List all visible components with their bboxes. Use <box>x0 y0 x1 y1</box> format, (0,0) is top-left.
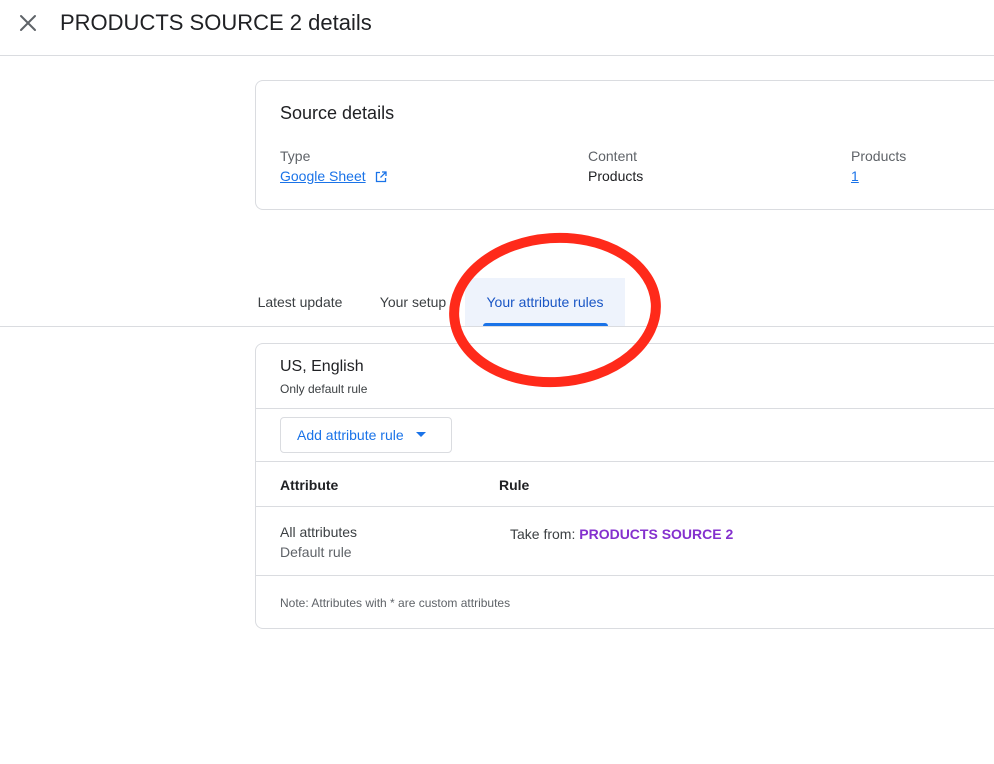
tab-bar: Latest update Your setup Your attribute … <box>0 278 994 327</box>
top-bar: PRODUCTS SOURCE 2 details <box>0 0 994 56</box>
row-attribute-sub: Default rule <box>280 544 352 560</box>
divider <box>256 408 994 409</box>
source-details-card: Source details Type Google Sheet Content… <box>255 80 994 210</box>
divider <box>256 461 994 462</box>
products-label: Products <box>851 148 907 164</box>
rule-column-header: Rule <box>499 477 530 493</box>
rule-prefix: Take from: <box>510 526 576 542</box>
custom-attributes-note: Note: Attributes with * are custom attri… <box>280 596 511 610</box>
attribute-column-header: Attribute <box>280 477 339 493</box>
row-attribute-name: All attributes <box>280 524 358 540</box>
content-value: Products <box>588 168 644 184</box>
arrow-drop-down-icon <box>415 432 426 437</box>
close-button[interactable] <box>14 9 42 37</box>
divider <box>256 575 994 576</box>
rule-source-name: PRODUCTS SOURCE 2 <box>579 526 734 542</box>
divider <box>256 506 994 507</box>
content-label: Content <box>588 148 638 164</box>
tab-latest-update[interactable]: Latest update <box>244 278 356 326</box>
products-count-link[interactable]: 1 <box>851 168 859 184</box>
google-sheet-link[interactable]: Google Sheet <box>280 168 366 184</box>
type-value: Google Sheet <box>280 168 387 184</box>
attribute-rules-card: US, English Only default rule Add attrib… <box>255 343 994 629</box>
tab-your-setup[interactable]: Your setup <box>368 278 458 326</box>
active-tab-indicator <box>483 323 608 326</box>
rules-section-subtitle: Only default rule <box>280 382 368 396</box>
rules-section-title: US, English <box>280 358 364 375</box>
type-label: Type <box>280 148 311 164</box>
add-attribute-rule-label: Add attribute rule <box>297 427 404 443</box>
add-attribute-rule-button[interactable]: Add attribute rule <box>280 417 452 453</box>
row-rule: Take from: PRODUCTS SOURCE 2 <box>510 526 733 542</box>
page-title: PRODUCTS SOURCE 2 details <box>60 10 372 35</box>
close-icon <box>20 15 36 31</box>
open-in-new-icon[interactable] <box>375 171 387 183</box>
tab-your-attribute-rules[interactable]: Your attribute rules <box>465 278 625 326</box>
source-details-title: Source details <box>280 103 395 123</box>
